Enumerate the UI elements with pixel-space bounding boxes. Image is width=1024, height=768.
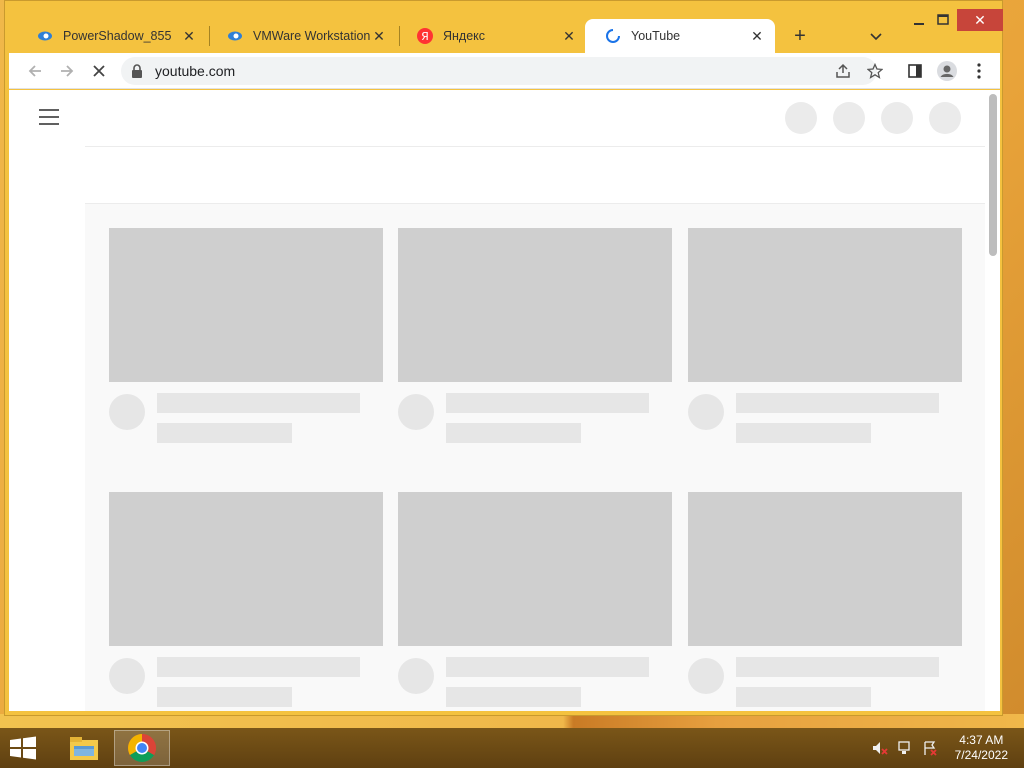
lock-icon[interactable] (131, 64, 143, 83)
close-icon (93, 65, 105, 77)
close-icon[interactable]: ✕ (561, 28, 577, 45)
youtube-page (9, 90, 1000, 711)
clock-date: 7/24/2022 (954, 748, 1008, 762)
stop-loading-button[interactable] (89, 61, 109, 81)
tab-vmware[interactable]: VMWare Workstation 16 ✕ (207, 19, 397, 53)
bookmark-star-icon[interactable] (865, 61, 885, 81)
chevron-down-icon (870, 33, 882, 41)
svg-text:Я: Я (421, 30, 429, 43)
blue-swirl-icon (227, 28, 243, 44)
avatar-placeholder (688, 394, 724, 430)
profile-button[interactable] (937, 61, 957, 81)
video-card-skeleton (688, 492, 962, 707)
title-placeholder (157, 393, 360, 413)
tab-title: YouTube (631, 29, 681, 43)
close-icon[interactable]: ✕ (749, 28, 765, 45)
avatar-placeholder (688, 658, 724, 694)
thumbnail-placeholder (688, 228, 962, 382)
video-card-skeleton (398, 228, 672, 443)
header-placeholder (833, 102, 865, 134)
thumbnail-placeholder (688, 492, 962, 646)
back-button[interactable] (25, 61, 45, 81)
taskbar-clock[interactable]: 4:37 AM 7/24/2022 (955, 733, 1008, 763)
header-placeholder (929, 102, 961, 134)
meta-placeholder (446, 687, 581, 707)
start-button[interactable] (8, 736, 38, 760)
video-card-skeleton (688, 228, 962, 443)
arrow-left-icon (28, 65, 41, 77)
profile-avatar-icon (937, 61, 957, 81)
browser-menu-button[interactable] (969, 61, 989, 81)
title-placeholder (736, 657, 939, 677)
meta-placeholder (157, 687, 292, 707)
header-placeholder (881, 102, 913, 134)
browser-window: PowerShadow_855 ✕ VMWare Workstation 16 … (4, 0, 1003, 716)
volume-muted-icon[interactable] (872, 740, 888, 756)
avatar-placeholder (398, 658, 434, 694)
video-grid-skeleton (85, 204, 985, 711)
thumbnail-placeholder (398, 228, 672, 382)
chip-bar-placeholder (85, 146, 985, 204)
tab-youtube[interactable]: YouTube ✕ (585, 19, 775, 53)
minimize-button[interactable] (909, 9, 929, 31)
more-vert-icon (977, 63, 981, 79)
avatar-placeholder (109, 394, 145, 430)
action-center-flag-icon[interactable] (922, 740, 938, 756)
tab-search-button[interactable] (867, 27, 885, 45)
clock-time: 4:37 AM (959, 733, 1004, 747)
title-placeholder (446, 393, 649, 413)
title-placeholder (446, 657, 649, 677)
title-placeholder (736, 393, 939, 413)
meta-placeholder (157, 423, 292, 443)
thumbnail-placeholder (109, 492, 383, 646)
thumbnail-placeholder (109, 228, 383, 382)
video-card-skeleton (109, 492, 383, 707)
hamburger-menu-icon[interactable] (39, 109, 59, 125)
title-placeholder (157, 657, 360, 677)
avatar-placeholder (398, 394, 434, 430)
maximize-button[interactable] (933, 9, 953, 31)
page-scrollbar[interactable] (989, 94, 997, 256)
video-card-skeleton (109, 228, 383, 443)
browser-toolbar: youtube.com (9, 53, 1000, 89)
yandex-icon: Я (417, 28, 433, 44)
windows-taskbar: 4:37 AM 7/24/2022 (0, 728, 1024, 768)
tab-powershadow[interactable]: PowerShadow_855 ✕ (17, 19, 207, 53)
taskbar-file-explorer[interactable] (56, 730, 112, 766)
arrow-right-icon (61, 65, 74, 77)
header-placeholder (785, 102, 817, 134)
close-icon[interactable]: ✕ (181, 28, 197, 45)
url-text: youtube.com (155, 63, 236, 79)
meta-placeholder (446, 423, 581, 443)
blue-swirl-icon (37, 28, 53, 44)
loading-spinner-icon (605, 28, 621, 44)
window-close-button[interactable]: ✕ (957, 9, 1003, 31)
windows-logo-icon (10, 736, 36, 760)
forward-button[interactable] (57, 61, 77, 81)
side-panel-icon (908, 64, 922, 78)
meta-placeholder (736, 687, 871, 707)
address-bar[interactable]: youtube.com (121, 57, 883, 85)
network-icon[interactable] (897, 740, 913, 756)
close-icon[interactable]: ✕ (371, 28, 387, 45)
tab-title: PowerShadow_855 (63, 29, 172, 43)
meta-placeholder (736, 423, 871, 443)
chrome-icon (128, 734, 156, 762)
folder-icon (70, 737, 98, 760)
video-card-skeleton (398, 492, 672, 707)
tab-title: Яндекс (443, 29, 486, 43)
thumbnail-placeholder (398, 492, 672, 646)
tab-title: VMWare Workstation 16 (253, 29, 371, 43)
taskbar-chrome[interactable] (114, 730, 170, 766)
tab-strip: PowerShadow_855 ✕ VMWare Workstation 16 … (5, 1, 1003, 53)
tab-yandex[interactable]: Я Яндекс ✕ (397, 19, 587, 53)
avatar-placeholder (109, 658, 145, 694)
side-panel-button[interactable] (905, 61, 925, 81)
share-icon[interactable] (833, 61, 853, 81)
new-tab-button[interactable]: + (789, 25, 811, 47)
